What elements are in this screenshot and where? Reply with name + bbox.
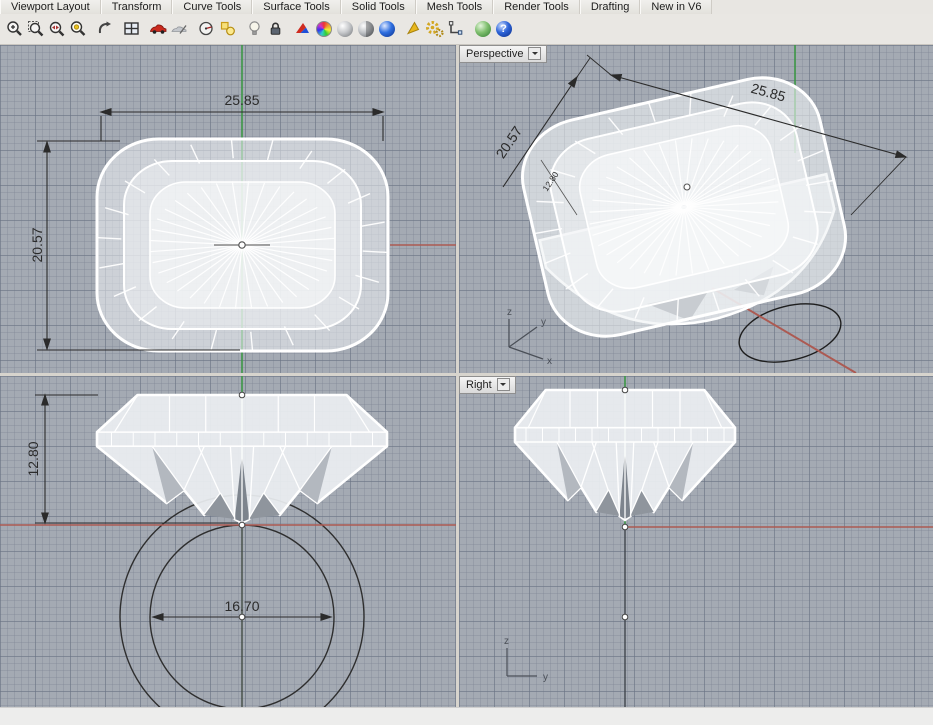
history-icon[interactable] xyxy=(445,18,466,40)
right-viewport-canvas[interactable]: z y xyxy=(459,376,933,707)
point-marker[interactable] xyxy=(622,387,628,393)
axis-z-label: z xyxy=(507,307,512,318)
help-glyph: ? xyxy=(500,24,507,35)
dimension-arrow xyxy=(321,614,331,620)
dim-width-label: 25.85 xyxy=(224,92,259,108)
dim-height-label: 12.80 xyxy=(25,441,41,476)
axis-x-label: x xyxy=(547,356,552,367)
dimension-arrow xyxy=(896,151,907,160)
dimension-arrow xyxy=(373,109,383,115)
point-marker[interactable] xyxy=(239,614,245,620)
tab-surface-tools[interactable]: Surface Tools xyxy=(252,0,340,14)
point-marker[interactable] xyxy=(239,392,245,398)
axis-y-label: y xyxy=(541,317,546,328)
point-marker[interactable] xyxy=(622,524,628,530)
zoom-dynamic-icon[interactable] xyxy=(46,18,67,40)
annotate-shapes-icon[interactable] xyxy=(217,18,238,40)
viewport-title: Right xyxy=(466,379,492,391)
viewport-top[interactable]: 25.85 20.57 xyxy=(0,45,456,373)
tab-viewport-layout[interactable]: Viewport Layout xyxy=(0,0,101,14)
lock-icon[interactable] xyxy=(265,18,286,40)
rhino-window: Viewport Layout Transform Curve Tools Su… xyxy=(0,0,933,725)
axis-z-label: z xyxy=(504,636,509,647)
viewport-label-perspective[interactable]: Perspective xyxy=(459,45,547,63)
tab-solid-tools[interactable]: Solid Tools xyxy=(341,0,416,14)
tab-curve-tools[interactable]: Curve Tools xyxy=(172,0,252,14)
dimension-arrow xyxy=(610,72,621,81)
point-marker[interactable] xyxy=(622,614,628,620)
zoom-lens-icon[interactable] xyxy=(67,18,88,40)
main-toolbar: ? xyxy=(0,14,933,45)
tab-drafting[interactable]: Drafting xyxy=(580,0,641,14)
point-marker[interactable] xyxy=(239,522,245,528)
dimension-arrow xyxy=(569,75,580,87)
dimension-arrow xyxy=(101,109,111,115)
tab-mesh-tools[interactable]: Mesh Tools xyxy=(416,0,493,14)
viewport-menu-button[interactable] xyxy=(497,378,510,391)
zoom-extents-icon[interactable] xyxy=(4,18,25,40)
gears-icon[interactable] xyxy=(424,18,445,40)
chevron-down-icon xyxy=(532,52,538,58)
viewport-perspective[interactable]: 25.85 20.57 12.80 z y x Perspective xyxy=(459,45,933,373)
dimension-arrow xyxy=(42,395,48,405)
viewport-label-right[interactable]: Right xyxy=(459,376,516,394)
viewport-front[interactable]: 12.80 16.70 xyxy=(0,376,456,707)
zoom-window-icon[interactable] xyxy=(25,18,46,40)
chevron-down-icon xyxy=(500,383,506,389)
color-wheel-icon[interactable] xyxy=(313,18,334,40)
tab-render-tools[interactable]: Render Tools xyxy=(493,0,580,14)
raytrace-sphere-icon[interactable] xyxy=(376,18,397,40)
undo-view-icon[interactable] xyxy=(94,18,115,40)
shaded-sphere-icon[interactable] xyxy=(334,18,355,40)
dimension-arrow xyxy=(44,339,50,349)
help-icon[interactable]: ? xyxy=(493,18,514,40)
dimension-arrow xyxy=(153,614,163,620)
top-viewport-canvas[interactable]: 25.85 20.57 xyxy=(0,45,456,373)
globe-icon[interactable] xyxy=(472,18,493,40)
viewport-right[interactable]: z y Right xyxy=(459,376,933,707)
menu-tab-bar: Viewport Layout Transform Curve Tools Su… xyxy=(0,0,933,14)
gem-front-view xyxy=(97,395,387,523)
cone-icon[interactable] xyxy=(403,18,424,40)
center-point-marker[interactable] xyxy=(239,242,245,248)
perspective-viewport-canvas[interactable]: 25.85 20.57 12.80 z y x xyxy=(459,45,933,373)
gem-perspective-view xyxy=(511,65,858,354)
viewport-menu-button[interactable] xyxy=(528,47,541,60)
sketch-car-icon[interactable] xyxy=(169,18,190,40)
dim-diameter-label: 16.70 xyxy=(224,598,259,614)
status-bar xyxy=(0,707,933,725)
lightbulb-icon[interactable] xyxy=(244,18,265,40)
front-viewport-canvas[interactable]: 12.80 16.70 xyxy=(0,376,456,707)
axis-triad: z y x xyxy=(507,307,552,367)
axis-y-label: y xyxy=(543,672,548,683)
center-point-marker[interactable] xyxy=(684,184,690,190)
tab-transform[interactable]: Transform xyxy=(101,0,173,14)
axis-triad: z y xyxy=(504,636,548,683)
viewport-title: Perspective xyxy=(466,48,523,60)
dimension-arrow xyxy=(44,142,50,152)
ghosted-sphere-icon[interactable] xyxy=(355,18,376,40)
dim-height-label: 20.57 xyxy=(29,227,45,262)
gem-right-view xyxy=(515,390,735,520)
render-car-icon[interactable] xyxy=(148,18,169,40)
viewport-layout-icon[interactable] xyxy=(121,18,142,40)
render-plugin-icon[interactable] xyxy=(292,18,313,40)
dimension-arrow xyxy=(42,513,48,523)
dim-height-label: 20.57 xyxy=(492,123,525,161)
dial-icon[interactable] xyxy=(196,18,217,40)
tab-new-in-v6[interactable]: New in V6 xyxy=(640,0,712,14)
